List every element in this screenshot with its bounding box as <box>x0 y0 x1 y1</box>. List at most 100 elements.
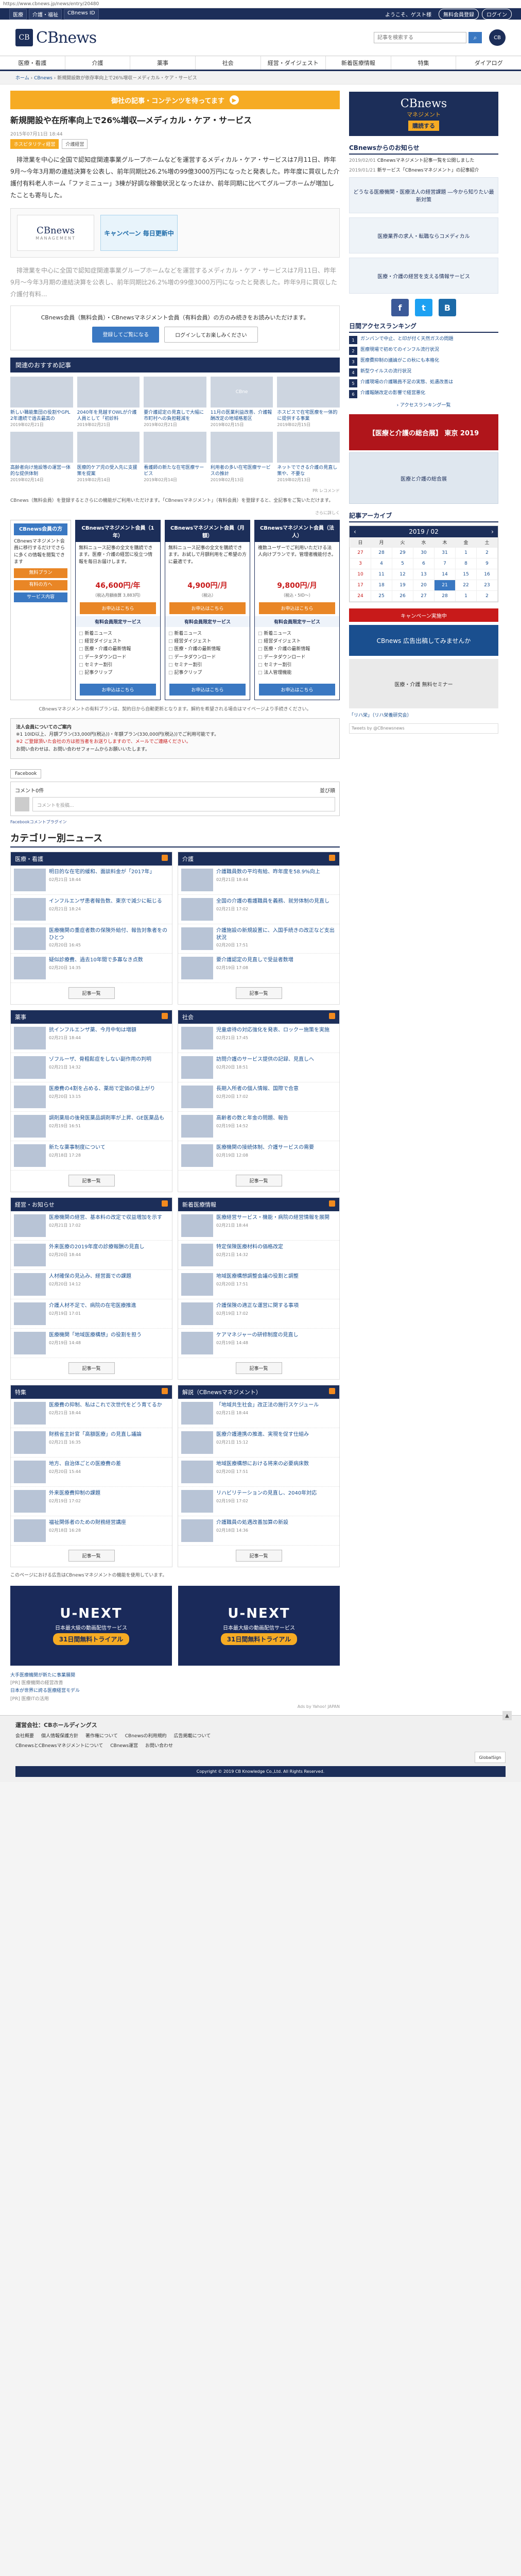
category-item[interactable]: 訪問介護のサービス提供の記録、見直しへ 02月20日 18:51 <box>178 1053 339 1083</box>
calendar-day[interactable]: 26 <box>392 590 413 602</box>
plan-apply-button-2[interactable]: お申込はこちら <box>80 683 156 696</box>
calendar-day[interactable]: 15 <box>455 569 477 581</box>
search-input[interactable] <box>374 32 466 43</box>
category-item[interactable]: リハビリテーションの見直し、2040年対応 02月19日 17:02 <box>178 1487 339 1517</box>
category-item[interactable]: 明日的な在宅的緩和、面談料金が「2017年」 02月21日 18:44 <box>11 866 172 895</box>
category-header[interactable]: 医療・看護 <box>11 852 172 866</box>
calendar-day[interactable]: 13 <box>413 569 435 581</box>
calendar-day[interactable]: 23 <box>476 580 498 591</box>
related-item[interactable]: 看護師の新たな在宅医療サービス 2019年02月14日 <box>144 432 206 483</box>
category-item[interactable]: 医療経営サービス・機能・病院の経営情報を展開 02月21日 18:44 <box>178 1211 339 1241</box>
ranking-item[interactable]: 1 ガンバンで中止、と印が付く天然ガスの問題 <box>349 336 498 345</box>
nav-item-society[interactable]: 社会 <box>196 56 261 70</box>
calendar-day[interactable]: 25 <box>371 590 392 602</box>
category-item[interactable]: 疑似診療費、過去10年間で多寡なき点数 02月20日 14:35 <box>11 954 172 984</box>
seminar-ad[interactable]: 医療・介護 無料セミナー <box>349 659 498 709</box>
category-item[interactable]: 高齢者の数と年金の問題、報告 02月19日 14:52 <box>178 1112 339 1142</box>
category-header[interactable]: 社会 <box>178 1010 339 1024</box>
category-more-button[interactable]: 記事一覧 <box>68 1550 115 1562</box>
category-header[interactable]: 介護 <box>178 852 339 866</box>
category-item[interactable]: 人材確保の見込み、経営面での課題 02月20日 14:12 <box>11 1270 172 1300</box>
calendar-day[interactable]: 21 <box>434 580 456 591</box>
expo-banner[interactable]: 【医療と介護の総合展】 東京 2019 <box>349 414 498 451</box>
breadcrumb-home[interactable]: ホーム <box>15 76 29 81</box>
facebook-like-button[interactable]: Facebook <box>10 769 42 779</box>
calendar-day[interactable]: 17 <box>350 580 371 591</box>
related-item[interactable]: 新しい職能集団の役割やGPL 2年連続で過去最高の 2019年02月21日 <box>10 376 73 428</box>
twitter-icon[interactable]: t <box>415 299 432 317</box>
tag-hospitality[interactable]: ホスピタリティ経営 <box>10 139 59 149</box>
plan-apply-button[interactable]: お申込はこちら <box>80 602 156 614</box>
related-item[interactable]: 医療的ケア児の受入先に支援策を提案 2019年02月14日 <box>77 432 140 483</box>
login-button[interactable]: ログイン <box>482 8 512 20</box>
nav-item-pharma[interactable]: 薬事 <box>130 56 196 70</box>
calendar-day[interactable]: 29 <box>392 547 413 559</box>
nav-item-care[interactable]: 介護 <box>65 56 131 70</box>
management-subscribe-banner[interactable]: CBnews マネジメント 購読する <box>349 92 498 136</box>
calendar-day[interactable]: 2 <box>476 590 498 602</box>
more-link[interactable]: さらに詳しく <box>10 510 340 516</box>
rss-icon[interactable] <box>162 855 168 861</box>
tag-care-management[interactable]: 介護経営 <box>62 139 88 149</box>
url-bar[interactable]: https://www.cbnews.jp/news/entry/20480 <box>0 0 521 8</box>
sponsored-link-1[interactable]: 大手医療機関が新たに事業展開 [PR] 医療機関の経営改善 <box>10 1672 340 1688</box>
category-item[interactable]: 医療介護連携の推進、実現を促す仕組み 02月21日 15:12 <box>178 1428 339 1458</box>
category-more-button[interactable]: 記事一覧 <box>235 1550 282 1562</box>
category-item[interactable]: インフルエンザ患者報告数、東京で減少に転じる 02月21日 18:24 <box>11 895 172 925</box>
category-item[interactable]: 医療機関の重症者数の保険外給付、報告対象者をのひとつ 02月20日 16:45 <box>11 924 172 954</box>
rss-icon[interactable] <box>329 855 335 861</box>
promo-banner[interactable]: 御社の記事・コンテンツを待ってます ▶ <box>10 91 340 109</box>
category-more-button[interactable]: 記事一覧 <box>235 1175 282 1187</box>
category-item[interactable]: 地域医療構想調整会議の役割と調整 02月20日 17:51 <box>178 1270 339 1300</box>
notice-item[interactable]: 2019/02/01 CBnewsマネジメント記事一覧を公開しました <box>349 158 498 164</box>
calendar-day[interactable]: 6 <box>413 558 435 570</box>
category-item[interactable]: ケアマネジャーの研修制度の見直し 02月19日 14:48 <box>178 1329 339 1359</box>
service-tag[interactable]: サービス内容 <box>14 592 67 603</box>
category-item[interactable]: 新たな薬事制度について 02月18日 17:28 <box>11 1141 172 1171</box>
calendar-day[interactable]: 1 <box>455 590 477 602</box>
calendar-day[interactable]: 2 <box>476 547 498 559</box>
plan-apply-button[interactable]: お申込はこちら <box>259 602 335 614</box>
calendar-day[interactable]: 12 <box>392 569 413 581</box>
category-header[interactable]: 特集 <box>11 1385 172 1399</box>
campaign-badge[interactable]: キャンペーン 毎日更新中 <box>100 215 178 251</box>
calendar-day[interactable]: 18 <box>371 580 392 591</box>
category-more-button[interactable]: 記事一覧 <box>68 1175 115 1187</box>
site-tab-care[interactable]: 介護・福祉 <box>29 8 62 20</box>
campaign-banner[interactable]: キャンペーン実施中 <box>349 608 498 622</box>
footer-link[interactable]: お問い合わせ <box>145 1742 173 1749</box>
related-item[interactable]: 利用者の多い在宅医療サービスの推計 2019年02月13日 <box>210 432 273 483</box>
nav-item-management[interactable]: 経営・ダイジェスト <box>261 56 326 70</box>
ranking-more-link[interactable]: › アクセスランキング一覧 <box>349 401 498 408</box>
footer-link[interactable]: 広告掲載について <box>174 1732 211 1739</box>
sponsored-link-2[interactable]: 日本が世界に誇る医療経営モデル [PR] 医療ITの活用 <box>10 1687 340 1703</box>
category-item[interactable]: 医療機関の接続体制、介護サービスの需要 02月19日 12:08 <box>178 1141 339 1171</box>
plan-apply-button-2[interactable]: お申込はこちら <box>169 683 246 696</box>
register-button[interactable]: 無料会員登録 <box>439 8 479 20</box>
rss-icon[interactable] <box>329 1013 335 1020</box>
category-item[interactable]: 介護職員数の平均有給、昨年度を58.9%向上 02月21日 18:44 <box>178 866 339 895</box>
nav-item-medical[interactable]: 医療・看護 <box>0 56 65 70</box>
category-item[interactable]: 医療機関「地域医療構想」の役割を担う 02月19日 14:48 <box>11 1329 172 1359</box>
footer-link[interactable]: 個人情報保護方針 <box>41 1732 78 1739</box>
side-ad-3[interactable]: 医療・介護の経営を支える情報サービス <box>349 258 498 294</box>
related-item[interactable]: ホスピスで在宅医療を一体的に提供する事業 2019年02月15日 <box>277 376 340 428</box>
calendar-day[interactable]: 31 <box>434 547 456 559</box>
related-item[interactable]: ネットでできる介護の見直し策や、不要な 2019年02月13日 <box>277 432 340 483</box>
ranking-item[interactable]: 4 新型ウイルスの流行状況 <box>349 368 498 377</box>
rss-icon[interactable] <box>329 1200 335 1207</box>
calendar-day[interactable]: 8 <box>455 558 477 570</box>
paid-plan-tag[interactable]: 有料の方へ <box>14 580 67 590</box>
category-item[interactable]: 特定保険医療材料の価格改定 02月21日 14:32 <box>178 1241 339 1270</box>
footer-link[interactable]: CBnewsとCBnewsマネジメントについて <box>15 1742 103 1749</box>
category-item[interactable]: 介護人材不足で、病院の在宅医療推進 02月19日 17:01 <box>11 1299 172 1329</box>
related-item[interactable]: 2040年を見越すOWLが介護人員として「初診料 2019年02月21日 <box>77 376 140 428</box>
unext-ad-1[interactable]: U-NEXT 日本最大級の動画配信サービス 31日間無料トライアル <box>10 1585 172 1666</box>
calendar-day[interactable]: 1 <box>455 547 477 559</box>
category-item[interactable]: 全国の介護の看護職員を義務、就労体制の見直し 02月21日 17:02 <box>178 895 339 925</box>
site-tab-medical[interactable]: 医療 <box>9 8 27 20</box>
calendar-day[interactable]: 28 <box>371 547 392 559</box>
category-item[interactable]: 介護保険の適正な運営に関する事項 02月19日 17:02 <box>178 1299 339 1329</box>
category-item[interactable]: 医療費の抑制、私はこれで次世代をどう育てるか 02月21日 18:44 <box>11 1399 172 1429</box>
nav-item-dialog[interactable]: ダイアログ <box>456 56 521 70</box>
